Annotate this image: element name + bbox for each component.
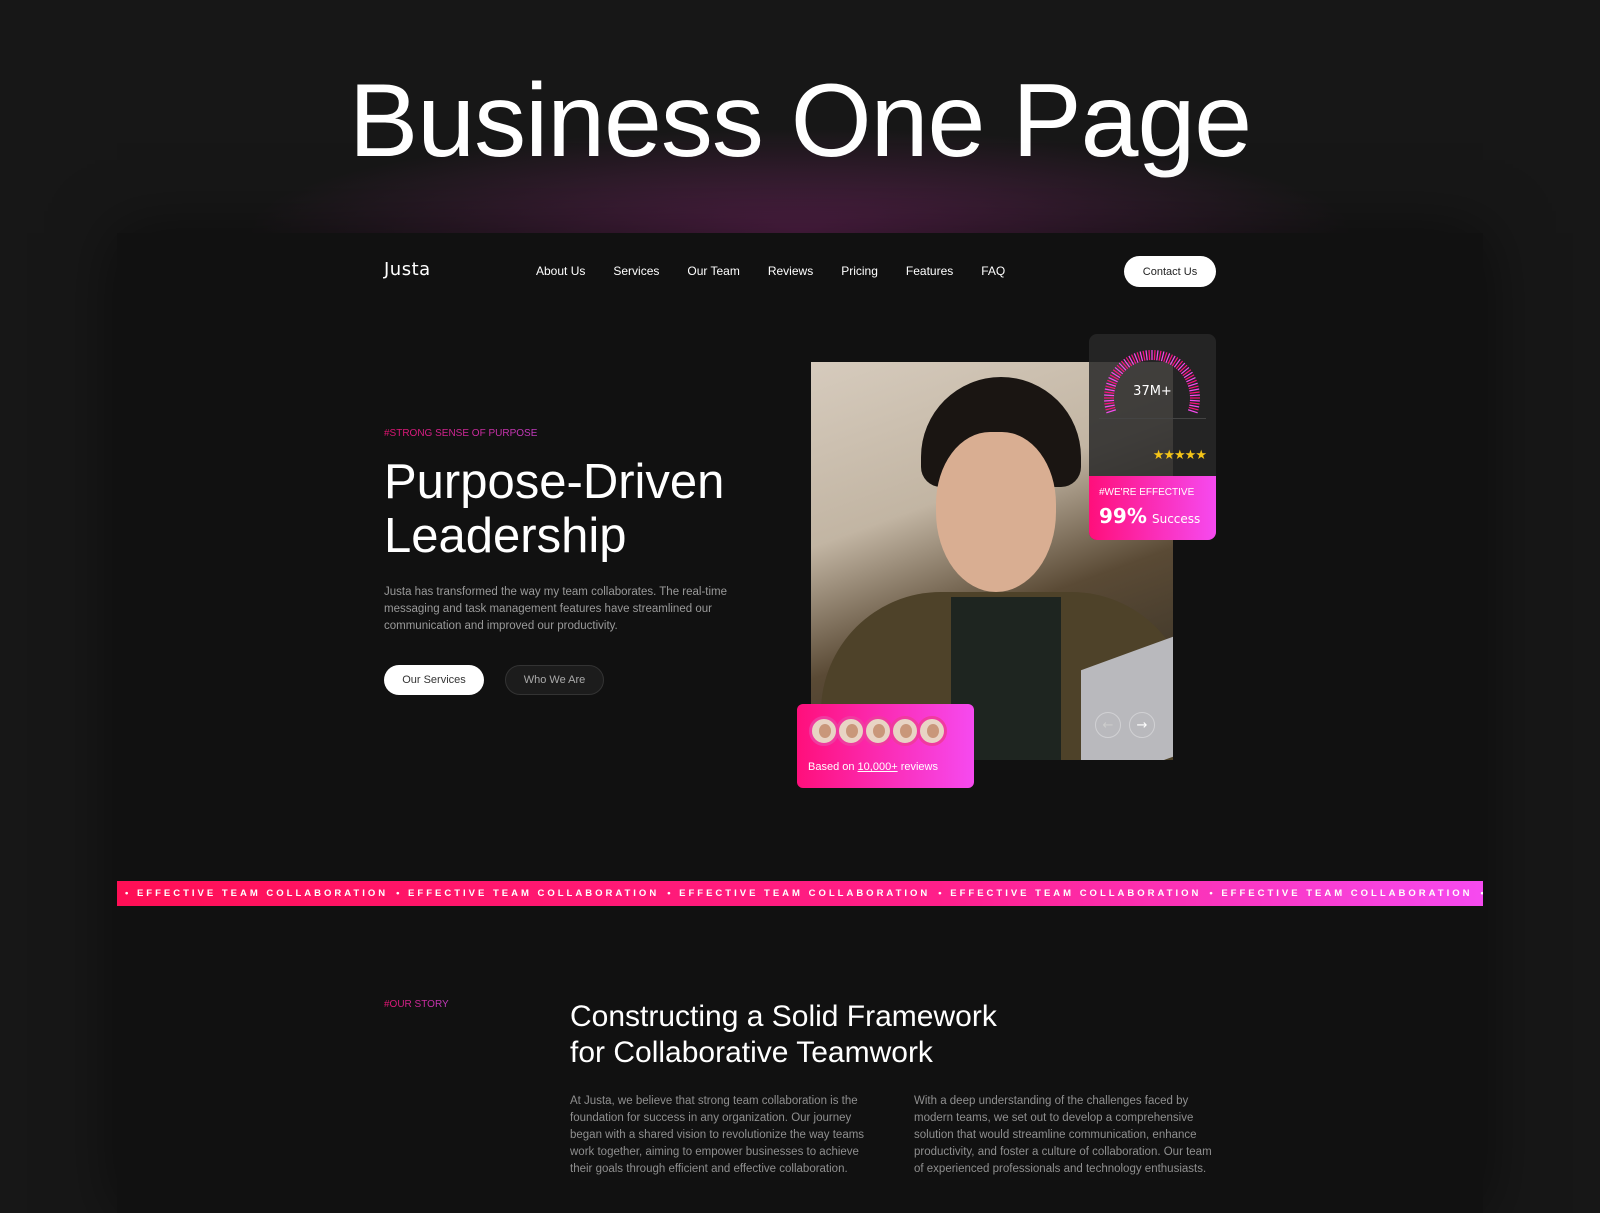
hero-title-line: Purpose-Driven xyxy=(384,455,725,509)
gauge-tick xyxy=(1120,360,1129,370)
gauge-tick xyxy=(1189,402,1200,405)
gauge-tick xyxy=(1188,406,1199,411)
avatar xyxy=(836,716,866,746)
avatar xyxy=(809,716,839,746)
marquee-text: • EFFECTIVE TEAM COLLABORATION xyxy=(1209,888,1473,899)
stats-card: 37M+ ★★★★★ #WE'RE EFFECTIVE 99% Success xyxy=(1089,334,1216,540)
marquee-text: • EFFECTIVE TEAM COLLABORATION xyxy=(1480,888,1483,899)
contact-button[interactable]: Contact Us xyxy=(1124,256,1216,287)
page-title: Business One Page xyxy=(348,63,1252,179)
gauge-tick xyxy=(1118,362,1127,371)
divider xyxy=(1099,418,1206,419)
gauge-tick xyxy=(1158,350,1162,361)
marquee-band: • EFFECTIVE TEAM COLLABORATION • EFFECTIV… xyxy=(117,881,1483,906)
nav-faq[interactable]: FAQ xyxy=(981,264,1005,278)
gauge-tick xyxy=(1104,399,1115,402)
gauge-tick xyxy=(1179,364,1188,373)
nav-pricing[interactable]: Pricing xyxy=(841,264,878,278)
nav-reviews[interactable]: Reviews xyxy=(768,264,813,278)
gauge-tick xyxy=(1106,409,1117,414)
photo-face xyxy=(936,432,1056,592)
gauge-tick xyxy=(1104,404,1115,408)
success-label: Success xyxy=(1151,512,1201,526)
gauge-tick xyxy=(1153,350,1156,361)
story-title-line: for Collaborative Teamwork xyxy=(570,1036,933,1069)
nav-services[interactable]: Services xyxy=(613,264,659,278)
reviews-count[interactable]: 10,000+ xyxy=(858,761,898,773)
story-title: Constructing a Solid Framework for Colla… xyxy=(570,999,997,1071)
gauge-tick xyxy=(1104,402,1115,405)
main-nav: About Us Services Our Team Reviews Prici… xyxy=(536,264,1033,278)
who-we-are-button[interactable]: Who We Are xyxy=(505,665,604,695)
reviews-text: Based on 10,000+ reviews xyxy=(808,761,938,773)
reviewer-avatars xyxy=(809,716,947,746)
story-paragraph-1: At Justa, we believe that strong team co… xyxy=(570,1095,865,1175)
logo[interactable]: Justa xyxy=(384,259,431,280)
gauge-tick xyxy=(1145,350,1148,361)
reviews-suffix: reviews xyxy=(900,761,938,773)
gauge-tick xyxy=(1139,351,1144,362)
marquee-text: • EFFECTIVE TEAM COLLABORATION xyxy=(125,888,389,899)
gauge-tick xyxy=(1177,362,1186,371)
gauge-value: 37M+ xyxy=(1133,384,1172,399)
hero-title: Purpose-Driven Leadership xyxy=(384,455,724,563)
success-percent: 99% xyxy=(1099,504,1147,528)
gauge-tick xyxy=(1148,350,1151,361)
marquee-text: • EFFECTIVE TEAM COLLABORATION xyxy=(938,888,1202,899)
hero-description: Justa has transformed the way my team co… xyxy=(384,586,728,632)
website-preview: Justa About Us Services Our Team Reviews… xyxy=(117,233,1483,1213)
marquee-text: • EFFECTIVE TEAM COLLABORATION xyxy=(667,888,931,899)
nav-features[interactable]: Features xyxy=(906,264,953,278)
gauge-tick xyxy=(1180,366,1190,375)
success-tag: #WE'RE EFFECTIVE xyxy=(1099,487,1195,498)
story-tag: #OUR STORY xyxy=(384,999,449,1010)
gauge-tick xyxy=(1160,351,1165,362)
nav-about[interactable]: About Us xyxy=(536,264,585,278)
avatar xyxy=(890,716,920,746)
hero-tag: #STRONG SENSE OF PURPOSE xyxy=(384,428,538,439)
story-paragraph-2: With a deep understanding of the challen… xyxy=(914,1095,1212,1175)
avatar xyxy=(863,716,893,746)
gauge-tick xyxy=(1114,366,1124,375)
gauge-tick xyxy=(1105,406,1116,411)
next-arrow-button[interactable]: → xyxy=(1129,712,1155,738)
story-title-line: Constructing a Solid Framework xyxy=(570,1000,997,1033)
gauge-tick xyxy=(1189,404,1200,408)
success-stat: 99% Success xyxy=(1099,504,1200,528)
success-panel: #WE'RE EFFECTIVE 99% Success xyxy=(1089,476,1216,540)
gauge-tick xyxy=(1175,360,1184,370)
avatar xyxy=(917,716,947,746)
gauge-tick xyxy=(1116,364,1125,373)
marquee-text: • EFFECTIVE TEAM COLLABORATION xyxy=(396,888,660,899)
prev-arrow-button[interactable]: ← xyxy=(1095,712,1121,738)
our-services-button[interactable]: Our Services xyxy=(384,665,484,695)
nav-team[interactable]: Our Team xyxy=(687,264,739,278)
gauge-tick xyxy=(1142,350,1146,361)
gauge-tick xyxy=(1187,409,1198,414)
reviews-prefix: Based on xyxy=(808,761,855,773)
gauge-tick xyxy=(1156,350,1159,361)
gauge-icon xyxy=(1104,350,1200,414)
reviews-card: Based on 10,000+ reviews xyxy=(797,704,974,788)
rating-stars-icon: ★★★★★ xyxy=(1152,448,1207,463)
hero-title-line: Leadership xyxy=(384,509,627,563)
gauge-tick xyxy=(1189,399,1200,402)
